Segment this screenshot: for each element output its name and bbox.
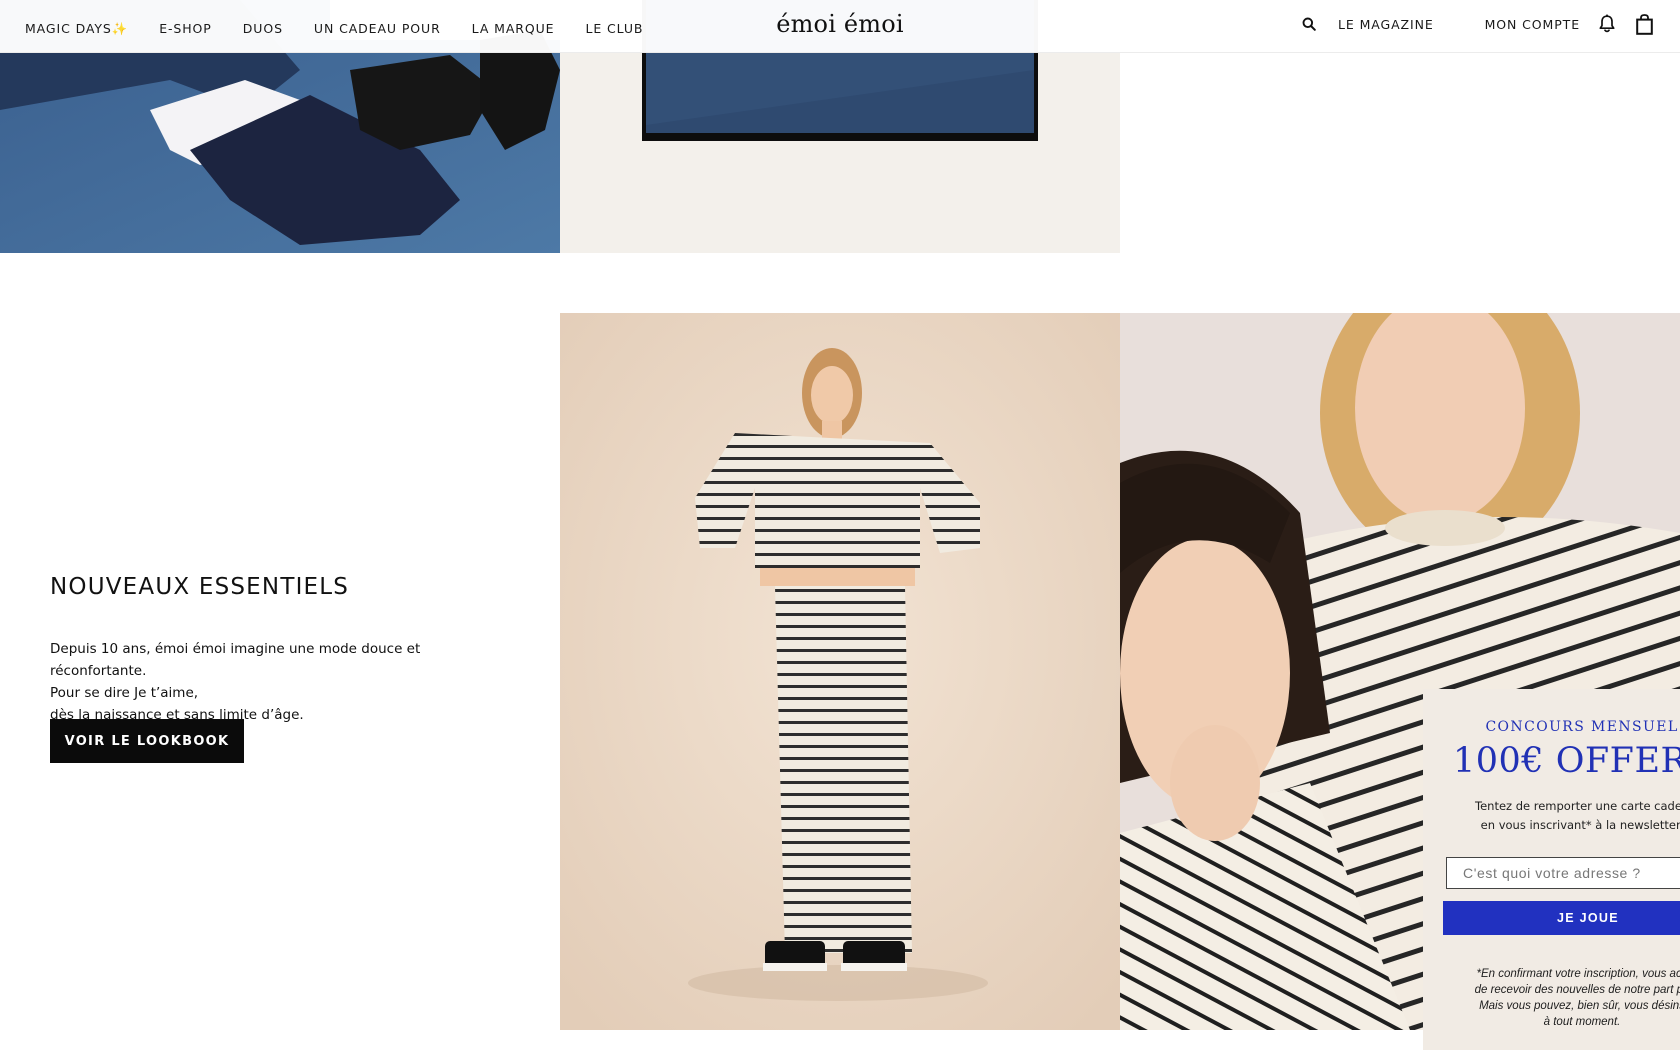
search-icon[interactable] bbox=[1302, 17, 1316, 31]
header-actions: LE MAGAZINE MON COMPTE bbox=[1302, 0, 1680, 48]
popup-text-line: en vous inscrivant* à la newsletter. bbox=[1480, 818, 1680, 832]
account-link[interactable]: MON COMPTE bbox=[1485, 17, 1580, 32]
legal-line: *En confirmant votre inscription, vous a… bbox=[1476, 968, 1680, 980]
legal-line: Mais vous pouvez, bien sûr, vous désins bbox=[1479, 1000, 1680, 1012]
brand-logo[interactable]: émoi émoi bbox=[776, 10, 904, 38]
nav-item-gift-for[interactable]: UN CADEAU POUR bbox=[314, 17, 441, 36]
nav-item-club[interactable]: LE CLUB bbox=[585, 17, 643, 36]
main-nav: MAGIC DAYS✨ E-SHOP DUOS UN CADEAU POUR L… bbox=[25, 0, 674, 53]
popup-headline: 100€ OFFERTS bbox=[1453, 741, 1680, 781]
legal-line: de recevoir des nouvelles de notre part … bbox=[1474, 984, 1680, 996]
model-full-length-photo[interactable] bbox=[560, 313, 1120, 1030]
popup-text-line: Tentez de remporter une carte cadea bbox=[1475, 799, 1680, 813]
popup-kicker: CONCOURS MENSUEL bbox=[1485, 719, 1679, 735]
description-line: Depuis 10 ans, émoi émoi imagine une mod… bbox=[50, 641, 421, 679]
nav-item-duos[interactable]: DUOS bbox=[243, 17, 283, 36]
description-line: Pour se dire Je t’aime, bbox=[50, 685, 199, 701]
site-header: MAGIC DAYS✨ E-SHOP DUOS UN CADEAU POUR L… bbox=[0, 0, 1680, 53]
nav-item-magic-days[interactable]: MAGIC DAYS✨ bbox=[25, 17, 128, 37]
email-field[interactable] bbox=[1446, 857, 1680, 889]
popup-legal-text: *En confirmant votre inscription, vous a… bbox=[1423, 966, 1680, 1030]
play-button[interactable]: JE JOUE bbox=[1443, 901, 1680, 935]
magazine-link[interactable]: LE MAGAZINE bbox=[1338, 17, 1434, 32]
newsletter-popup: CONCOURS MENSUEL 100€ OFFERTS Tentez de … bbox=[1423, 689, 1680, 1050]
popup-description: Tentez de remporter une carte cadea en v… bbox=[1423, 797, 1680, 835]
legal-line: à tout moment. bbox=[1543, 1016, 1621, 1028]
nav-item-brand[interactable]: LA MARQUE bbox=[472, 17, 555, 36]
section-description: Depuis 10 ans, émoi émoi imagine une mod… bbox=[50, 638, 520, 726]
nav-item-eshop[interactable]: E-SHOP bbox=[159, 17, 212, 36]
bell-icon[interactable] bbox=[1598, 14, 1616, 34]
lookbook-button[interactable]: VOIR LE LOOKBOOK bbox=[50, 719, 244, 763]
shopping-bag-icon[interactable] bbox=[1636, 13, 1653, 35]
section-title: NOUVEAUX ESSENTIELS bbox=[50, 574, 350, 600]
